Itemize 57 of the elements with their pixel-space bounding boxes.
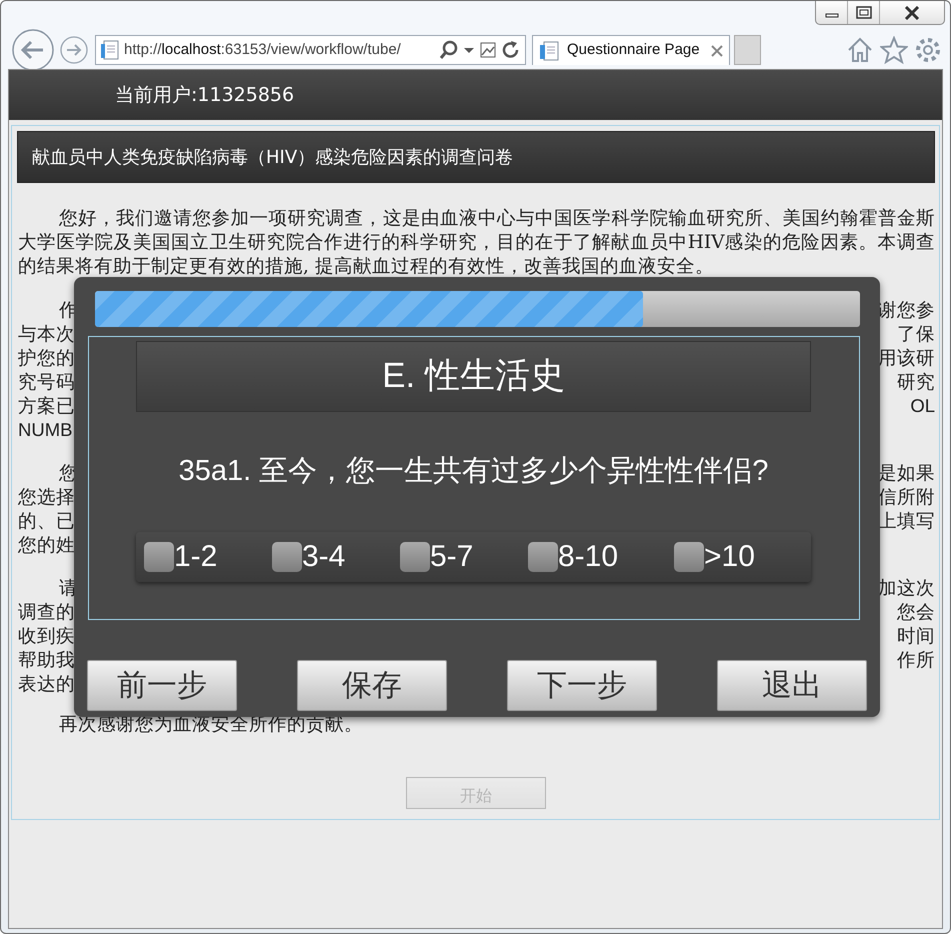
paragraph-fragment: 您的姓 xyxy=(18,533,75,557)
paragraph-fragment: 信所附 xyxy=(878,485,935,509)
paragraph-fragment: 加这次 xyxy=(878,576,935,600)
option-label[interactable]: 8-10 xyxy=(558,534,618,579)
paragraph-fragment: 您选择 xyxy=(18,485,75,509)
paragraph-fragment: 方案已 xyxy=(18,394,75,418)
dialog-button[interactable]: 下一步 xyxy=(507,660,657,711)
back-icon[interactable] xyxy=(11,28,55,72)
paragraph-fragment: 时间 xyxy=(897,624,935,648)
page-icon xyxy=(539,40,561,62)
user-label: 当前用户:11325856 xyxy=(115,82,294,108)
checkbox[interactable] xyxy=(528,542,558,572)
close-icon[interactable] xyxy=(904,6,920,20)
paragraph-fragment: 是如果 xyxy=(878,461,935,485)
survey-title: 献血员中人类免疫缺陷病毒（HIV）感染危险因素的调查问卷 xyxy=(32,146,514,170)
search-icon[interactable] xyxy=(439,40,459,60)
page-icon xyxy=(100,39,120,61)
paragraph-fragment: 了保 xyxy=(897,322,935,346)
paragraph-fragment: 与本次 xyxy=(18,322,75,346)
paragraph-fragment: NUMB xyxy=(18,418,72,442)
option-label[interactable]: 3-4 xyxy=(302,534,346,579)
forward-icon[interactable] xyxy=(59,35,89,65)
option-label[interactable]: 5-7 xyxy=(430,534,474,579)
checkbox[interactable] xyxy=(272,542,302,572)
star-icon[interactable] xyxy=(880,36,908,64)
section-title: E. 性生活史 xyxy=(382,355,565,398)
settings-icon[interactable] xyxy=(914,36,942,64)
checkbox[interactable] xyxy=(400,542,430,572)
dialog-button[interactable]: 前一步 xyxy=(87,660,237,711)
checkbox[interactable] xyxy=(144,542,174,572)
paragraph-fragment: 谢您参 xyxy=(878,298,935,322)
dialog-button[interactable]: 保存 xyxy=(297,660,447,711)
tab-title: Questionnaire Page xyxy=(567,40,700,60)
image-icon[interactable] xyxy=(479,41,497,59)
paragraph-fragment: 研究 xyxy=(897,370,935,394)
paragraph-fragment: 您会 xyxy=(897,600,935,624)
checkbox[interactable] xyxy=(674,542,704,572)
paragraph-fragment: 究号码 xyxy=(18,370,75,394)
maximize-icon[interactable] xyxy=(856,6,872,19)
option-label[interactable]: 1-2 xyxy=(174,534,218,579)
paragraph-fragment: 帮助我 xyxy=(18,648,75,672)
option-label[interactable]: >10 xyxy=(704,534,755,579)
paragraph-fragment: OL xyxy=(910,394,935,418)
paragraph-fragment: 表达的 xyxy=(18,672,75,696)
refresh-icon[interactable] xyxy=(501,40,521,60)
paragraph-fragment: 护您的 xyxy=(18,346,75,370)
question-text: 35a1. 至今，您一生共有过多少个异性性伴侣? xyxy=(178,454,770,489)
intro-paragraph: 您好，我们邀请您参加一项研究调查，这是由血液中心与中国医学科学院输血研究所、美国约翰霍普金斯大学医学院及美国国立卫生研究院合作进行的科学研究，目的在于了解献血员中HIV感染的危险因素。本调查的结果将有助于制定更有效的措施, 提高献血过程的有效性，改善我国的血液安全。 xyxy=(18,207,935,279)
paragraph-fragment: 请 xyxy=(58,576,78,600)
browser-tab[interactable]: Questionnaire Page xyxy=(532,35,730,65)
paragraph-fragment: 的、已 xyxy=(18,509,75,533)
paragraph-fragment: 调查的 xyxy=(18,600,75,624)
paragraph-fragment: 用该研 xyxy=(878,346,935,370)
dialog-button[interactable]: 退出 xyxy=(717,660,867,711)
paragraph-fragment: 作所 xyxy=(897,648,935,672)
paragraph-fragment: 收到疾 xyxy=(18,624,75,648)
home-icon[interactable] xyxy=(846,36,874,64)
